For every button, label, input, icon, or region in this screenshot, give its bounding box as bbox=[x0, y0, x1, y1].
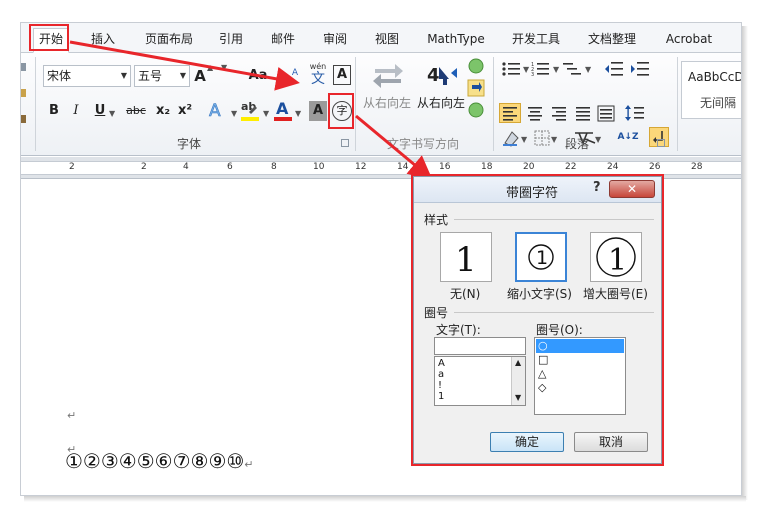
dialog-title-bar[interactable]: 带圈字符 ? ✕ bbox=[414, 177, 661, 203]
ok-button[interactable]: 确定 bbox=[490, 432, 564, 452]
circle-list-item[interactable]: ○ bbox=[538, 339, 548, 352]
svg-text:1: 1 bbox=[455, 240, 477, 280]
scroll-up-icon[interactable]: ▲ bbox=[515, 358, 521, 367]
text-input[interactable] bbox=[434, 337, 526, 355]
enclose-characters-dialog: 带圈字符 ? ✕ 样式 1 1 1 无(N) 缩小文字(S) 增大圈号(E) 圈… bbox=[413, 176, 662, 464]
arrow-to-enclose-button bbox=[69, 40, 300, 91]
arrow-to-dialog bbox=[355, 114, 433, 180]
scroll-down-icon[interactable]: ▼ bbox=[515, 393, 521, 402]
help-button[interactable]: ? bbox=[593, 180, 601, 195]
style-option-enlarge-circle[interactable]: 1 bbox=[590, 232, 642, 282]
circle-list-label: 圈号(O): bbox=[536, 323, 583, 337]
style-enlarge-label[interactable]: 增大圈号(E) bbox=[583, 285, 648, 302]
text-list-item[interactable]: 1 bbox=[438, 391, 444, 402]
svg-text:1: 1 bbox=[608, 243, 627, 278]
style-none-label[interactable]: 无(N) bbox=[450, 285, 480, 302]
style-section-label: 样式 bbox=[424, 213, 449, 227]
svg-text:1: 1 bbox=[536, 247, 548, 269]
style-option-none[interactable]: 1 bbox=[440, 232, 492, 282]
section-divider bbox=[454, 219, 654, 220]
style-shrink-glyph: 1 bbox=[528, 244, 554, 270]
style-enlarge-glyph: 1 bbox=[596, 237, 636, 278]
section-divider bbox=[454, 312, 654, 313]
text-field-label: 文字(T): bbox=[436, 323, 481, 337]
style-option-shrink-text[interactable]: 1 bbox=[515, 232, 567, 282]
circle-list-item[interactable]: □ bbox=[538, 353, 548, 366]
circle-list[interactable]: ○ □ △ ◇ bbox=[534, 337, 626, 415]
text-list-item[interactable]: a bbox=[438, 369, 444, 380]
dialog-title: 带圈字符 bbox=[506, 186, 559, 201]
text-list-item[interactable]: ! bbox=[438, 380, 442, 391]
circle-list-item[interactable]: ◇ bbox=[538, 381, 546, 394]
circle-list-item[interactable]: △ bbox=[538, 367, 546, 380]
text-list[interactable]: A a ! 1 ▲ ▼ bbox=[434, 356, 526, 406]
scrollbar[interactable]: ▲ ▼ bbox=[511, 357, 525, 405]
cancel-button[interactable]: 取消 bbox=[574, 432, 648, 452]
style-shrink-label[interactable]: 缩小文字(S) bbox=[507, 285, 572, 302]
text-list-item[interactable]: A bbox=[438, 358, 445, 369]
selected-row-highlight bbox=[536, 339, 624, 353]
close-button[interactable]: ✕ bbox=[609, 180, 655, 198]
circle-section-label: 圈号 bbox=[424, 306, 449, 320]
style-none-glyph: 1 bbox=[455, 240, 477, 280]
